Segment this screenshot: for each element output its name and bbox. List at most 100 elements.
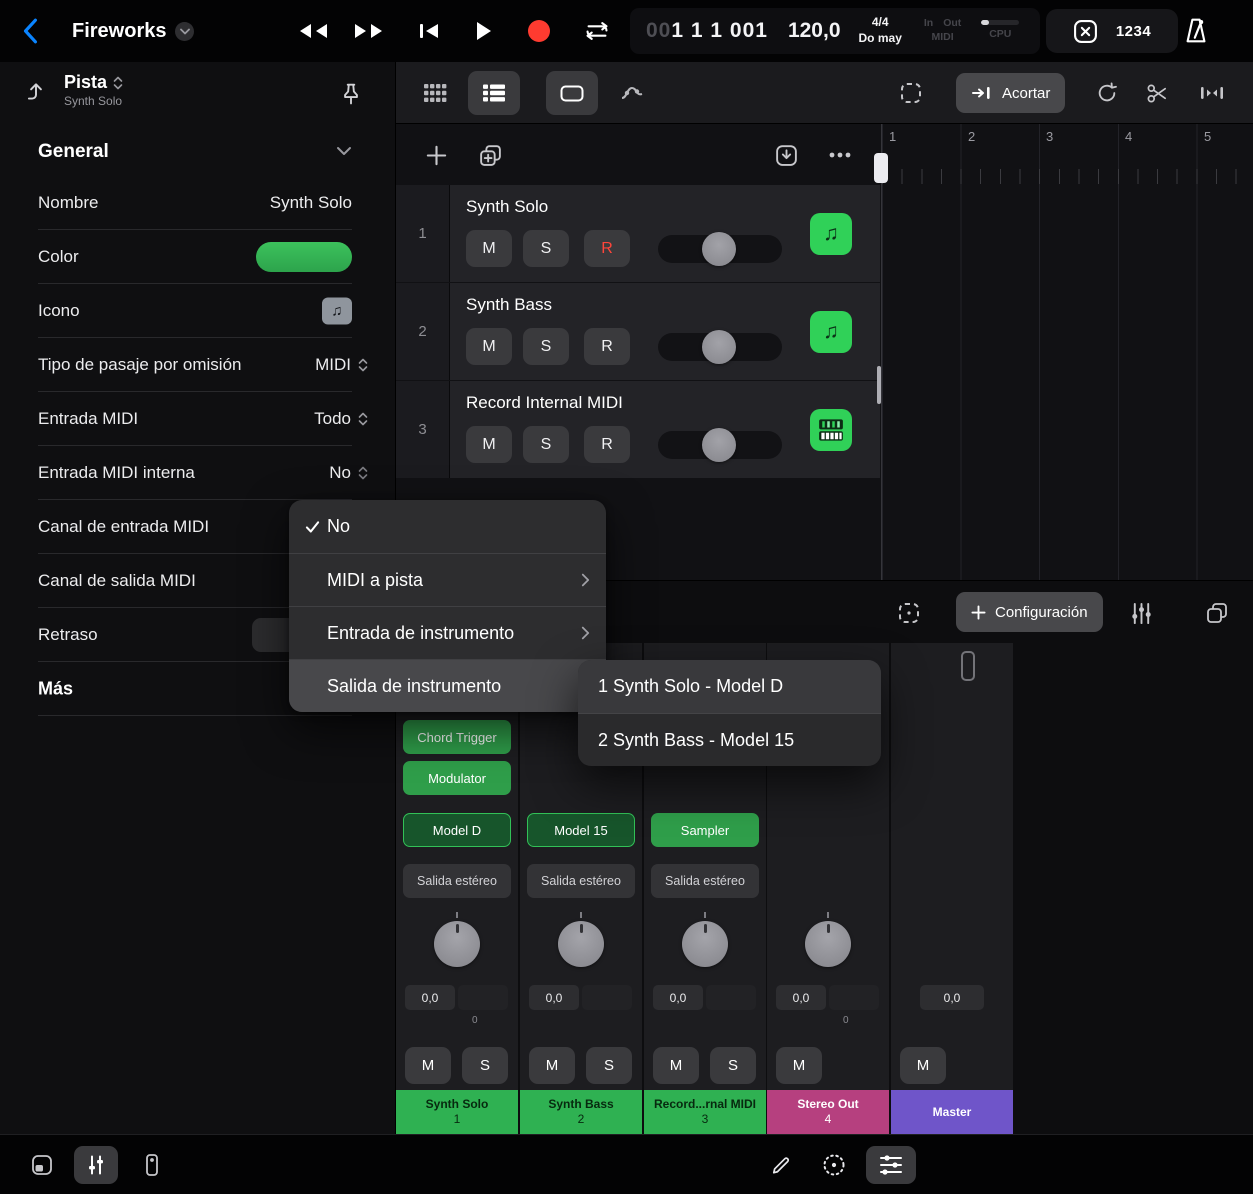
midi-keyboard-icon-button[interactable] [810,409,852,451]
record-enable-button[interactable]: R [584,426,630,463]
pencil-tool-button[interactable] [762,1149,798,1181]
solo-button[interactable]: S [523,426,569,463]
browser-button[interactable] [22,1147,62,1183]
project-title-button[interactable]: Fireworks [72,0,194,62]
row-entrada-midi-interna[interactable]: Entrada MIDI interna No [0,446,396,500]
submenu-item-synth-bass[interactable]: 2 Synth Bass - Model 15 [578,713,881,766]
instrument-slot[interactable]: Sampler [651,813,759,847]
tracks-view-button[interactable] [468,71,520,115]
live-loops-grid-button[interactable] [412,71,458,115]
record-enable-button[interactable]: R [584,328,630,365]
instrument-slot[interactable]: Model D [403,813,511,847]
add-track-button[interactable] [420,139,452,171]
volume-value[interactable]: 0,0 [529,985,579,1010]
solo-button[interactable]: S [710,1047,756,1084]
menu-item-no[interactable]: No [289,500,606,553]
pan-knob[interactable] [805,921,851,967]
output-slot[interactable]: Salida estéreo [651,864,759,898]
volume-slider-knob[interactable] [702,428,736,462]
solo-button[interactable]: S [586,1047,632,1084]
row-color[interactable]: Color [0,230,396,284]
track-row[interactable]: 2 Synth Bass M S R ♫ [396,283,880,380]
strip-name-label[interactable]: Synth Solo 1 [396,1090,518,1134]
import-track-button[interactable] [770,139,802,171]
midi-fx-slot[interactable]: Modulator [403,761,511,795]
output-slot[interactable]: Salida estéreo [527,864,635,898]
pan-knob[interactable] [558,921,604,967]
split-button[interactable] [1134,71,1180,115]
volume-slider-knob[interactable] [702,330,736,364]
inspector-title-block[interactable]: Pista Synth Solo [64,72,123,108]
instrument-icon-button[interactable]: ♫ [810,311,852,353]
mixer-marquee-button[interactable] [886,591,932,635]
pan-knob[interactable] [682,921,728,967]
strip-name-label[interactable]: Master [891,1090,1013,1134]
copy-button[interactable] [1194,591,1240,635]
lcd-display[interactable]: 001 1 1 001 120,0 4/4 Do may InOut MIDI … [630,8,1040,54]
color-swatch[interactable] [256,242,352,272]
strip-resize-handle[interactable] [961,651,975,681]
mute-button[interactable]: M [466,230,512,267]
mute-button[interactable]: M [405,1047,451,1084]
go-to-beginning-button[interactable] [418,21,440,41]
mute-button[interactable]: M [466,426,512,463]
forward-button[interactable] [352,21,386,41]
mute-button[interactable]: M [529,1047,575,1084]
solo-button[interactable]: S [462,1047,508,1084]
rewind-button[interactable] [296,21,330,41]
volume-value[interactable]: 0,0 [405,985,455,1010]
marquee-select-button[interactable] [888,71,934,115]
dial-tool-button[interactable] [816,1149,852,1181]
play-button[interactable] [474,20,493,42]
faders-view-button[interactable] [866,1146,916,1184]
vertical-scrollbar[interactable] [877,366,881,404]
count-in-button[interactable]: 1234 [1116,23,1151,40]
record-enable-button[interactable]: R [584,230,630,267]
plugins-button[interactable] [132,1147,172,1183]
submenu-item-synth-solo[interactable]: 1 Synth Solo - Model D [578,660,881,713]
solo-button[interactable]: S [523,230,569,267]
instrument-slot[interactable]: Model 15 [527,813,635,847]
menu-item-midi-a-pista[interactable]: MIDI a pista [289,553,606,606]
mute-button[interactable]: M [900,1047,946,1084]
track-icon-chip[interactable]: ♫ [322,298,352,325]
volume-value[interactable]: 0,0 [653,985,703,1010]
strip-name-label[interactable]: Stereo Out 4 [767,1090,889,1134]
mute-button[interactable]: M [466,328,512,365]
regions-view-button[interactable] [546,71,598,115]
mixer-settings-button[interactable]: Configuración [956,592,1103,632]
channel-strip-components-button[interactable] [1118,591,1164,635]
metronome-button[interactable] [1184,17,1208,44]
output-slot[interactable]: Salida estéreo [403,864,511,898]
trim-tool-button[interactable]: Acortar [956,73,1065,113]
section-general[interactable]: General [0,128,396,176]
row-icono[interactable]: Icono ♫ [0,284,396,338]
midi-fx-slot[interactable]: Chord Trigger [403,720,511,754]
mute-button[interactable]: M [776,1047,822,1084]
row-tipo-pasaje[interactable]: Tipo de pasaje por omisión MIDI [0,338,396,392]
solo-button[interactable]: S [523,328,569,365]
track-row[interactable]: 1 Synth Solo M S R ♫ [396,185,880,282]
track-row[interactable]: 3 Record Internal MIDI M S R [396,381,880,478]
row-entrada-midi[interactable]: Entrada MIDI Todo [0,392,396,446]
mixer-view-button[interactable] [74,1146,118,1184]
strip-name-label[interactable]: Record...rnal MIDI 3 [644,1090,766,1134]
more-options-button[interactable] [824,139,856,171]
row-nombre[interactable]: Nombre Synth Solo [0,176,396,230]
volume-value[interactable]: 0,0 [920,985,984,1010]
mute-button[interactable]: M [653,1047,699,1084]
timeline-ruler[interactable]: 1 2 3 4 5 [881,124,1253,580]
no-count-in-button[interactable] [1073,19,1098,44]
record-button[interactable] [528,20,550,42]
stretch-button[interactable] [1188,71,1236,115]
pin-button[interactable] [340,81,362,106]
loop-region-button[interactable] [1084,71,1130,115]
instrument-icon-button[interactable]: ♫ [810,213,852,255]
menu-item-salida-de-instrumento[interactable]: Salida de instrumento [289,659,606,712]
cycle-button[interactable] [582,21,612,41]
duplicate-track-button[interactable] [474,139,506,171]
playhead-handle[interactable] [874,153,888,183]
volume-slider-knob[interactable] [702,232,736,266]
volume-value[interactable]: 0,0 [776,985,826,1010]
automation-view-button[interactable] [608,71,656,115]
